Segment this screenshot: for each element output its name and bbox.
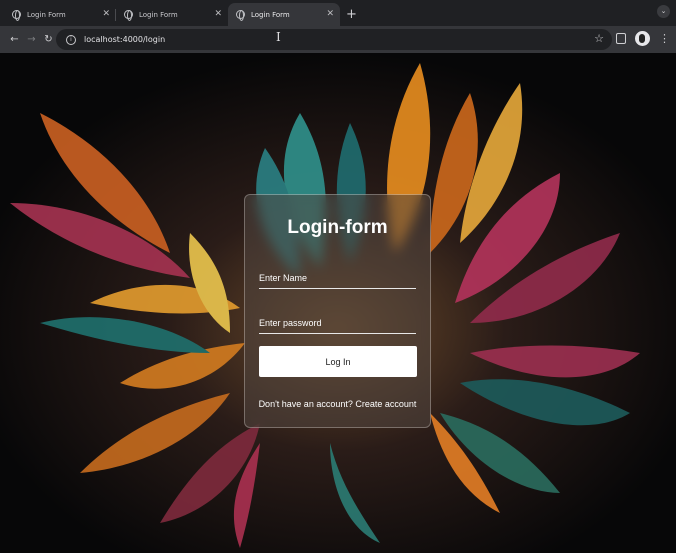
- site-info-icon[interactable]: i: [66, 34, 76, 45]
- text-cursor-icon: I: [276, 30, 281, 44]
- signup-prompt-text: Don't have an account?: [258, 399, 353, 409]
- browser-tab-2[interactable]: Login Form ✕: [116, 3, 228, 26]
- tab-title: Login Form: [27, 10, 66, 19]
- globe-icon: [12, 10, 21, 21]
- browser-tab-3[interactable]: Login Form ✕: [228, 3, 340, 26]
- kebab-menu-icon[interactable]: ⋮: [659, 32, 670, 45]
- close-icon[interactable]: ✕: [102, 10, 110, 19]
- name-input[interactable]: [259, 267, 416, 289]
- browser-tab-1[interactable]: Login Form ✕: [4, 3, 116, 26]
- new-tab-button[interactable]: +: [346, 3, 357, 26]
- login-card: Login-form Log In Don't have an account?…: [244, 194, 431, 428]
- toolbar-actions: ⋮: [616, 31, 670, 46]
- close-icon[interactable]: ✕: [214, 10, 222, 19]
- password-input[interactable]: [259, 312, 416, 334]
- profile-avatar[interactable]: [635, 31, 650, 46]
- reload-icon[interactable]: ↻: [40, 34, 57, 45]
- url-text[interactable]: localhost:4000/login: [84, 35, 165, 44]
- back-arrow-icon[interactable]: ←: [6, 34, 23, 45]
- forward-arrow-icon[interactable]: →: [23, 34, 40, 45]
- address-bar[interactable]: i localhost:4000/login ☆: [56, 29, 612, 50]
- page-viewport: Login-form Log In Don't have an account?…: [0, 53, 676, 553]
- tab-title: Login Form: [139, 10, 178, 19]
- browser-toolbar: ← → ↻ i localhost:4000/login ☆ ⋮: [0, 26, 676, 53]
- login-title: Login-form: [287, 217, 388, 238]
- signup-prompt: Don't have an account? Create account: [245, 399, 430, 409]
- tab-title: Login Form: [251, 10, 290, 19]
- globe-icon: [236, 10, 245, 21]
- login-button[interactable]: Log In: [259, 346, 417, 377]
- extensions-icon[interactable]: [616, 33, 626, 44]
- tab-strip: Login Form ✕ Login Form ✕ Login Form ✕ +…: [0, 0, 676, 26]
- bookmark-star-icon[interactable]: ☆: [594, 32, 604, 45]
- tab-search-button[interactable]: ⌄: [657, 5, 670, 18]
- create-account-link[interactable]: Create account: [355, 399, 416, 409]
- close-icon[interactable]: ✕: [326, 10, 334, 19]
- globe-icon: [124, 10, 133, 21]
